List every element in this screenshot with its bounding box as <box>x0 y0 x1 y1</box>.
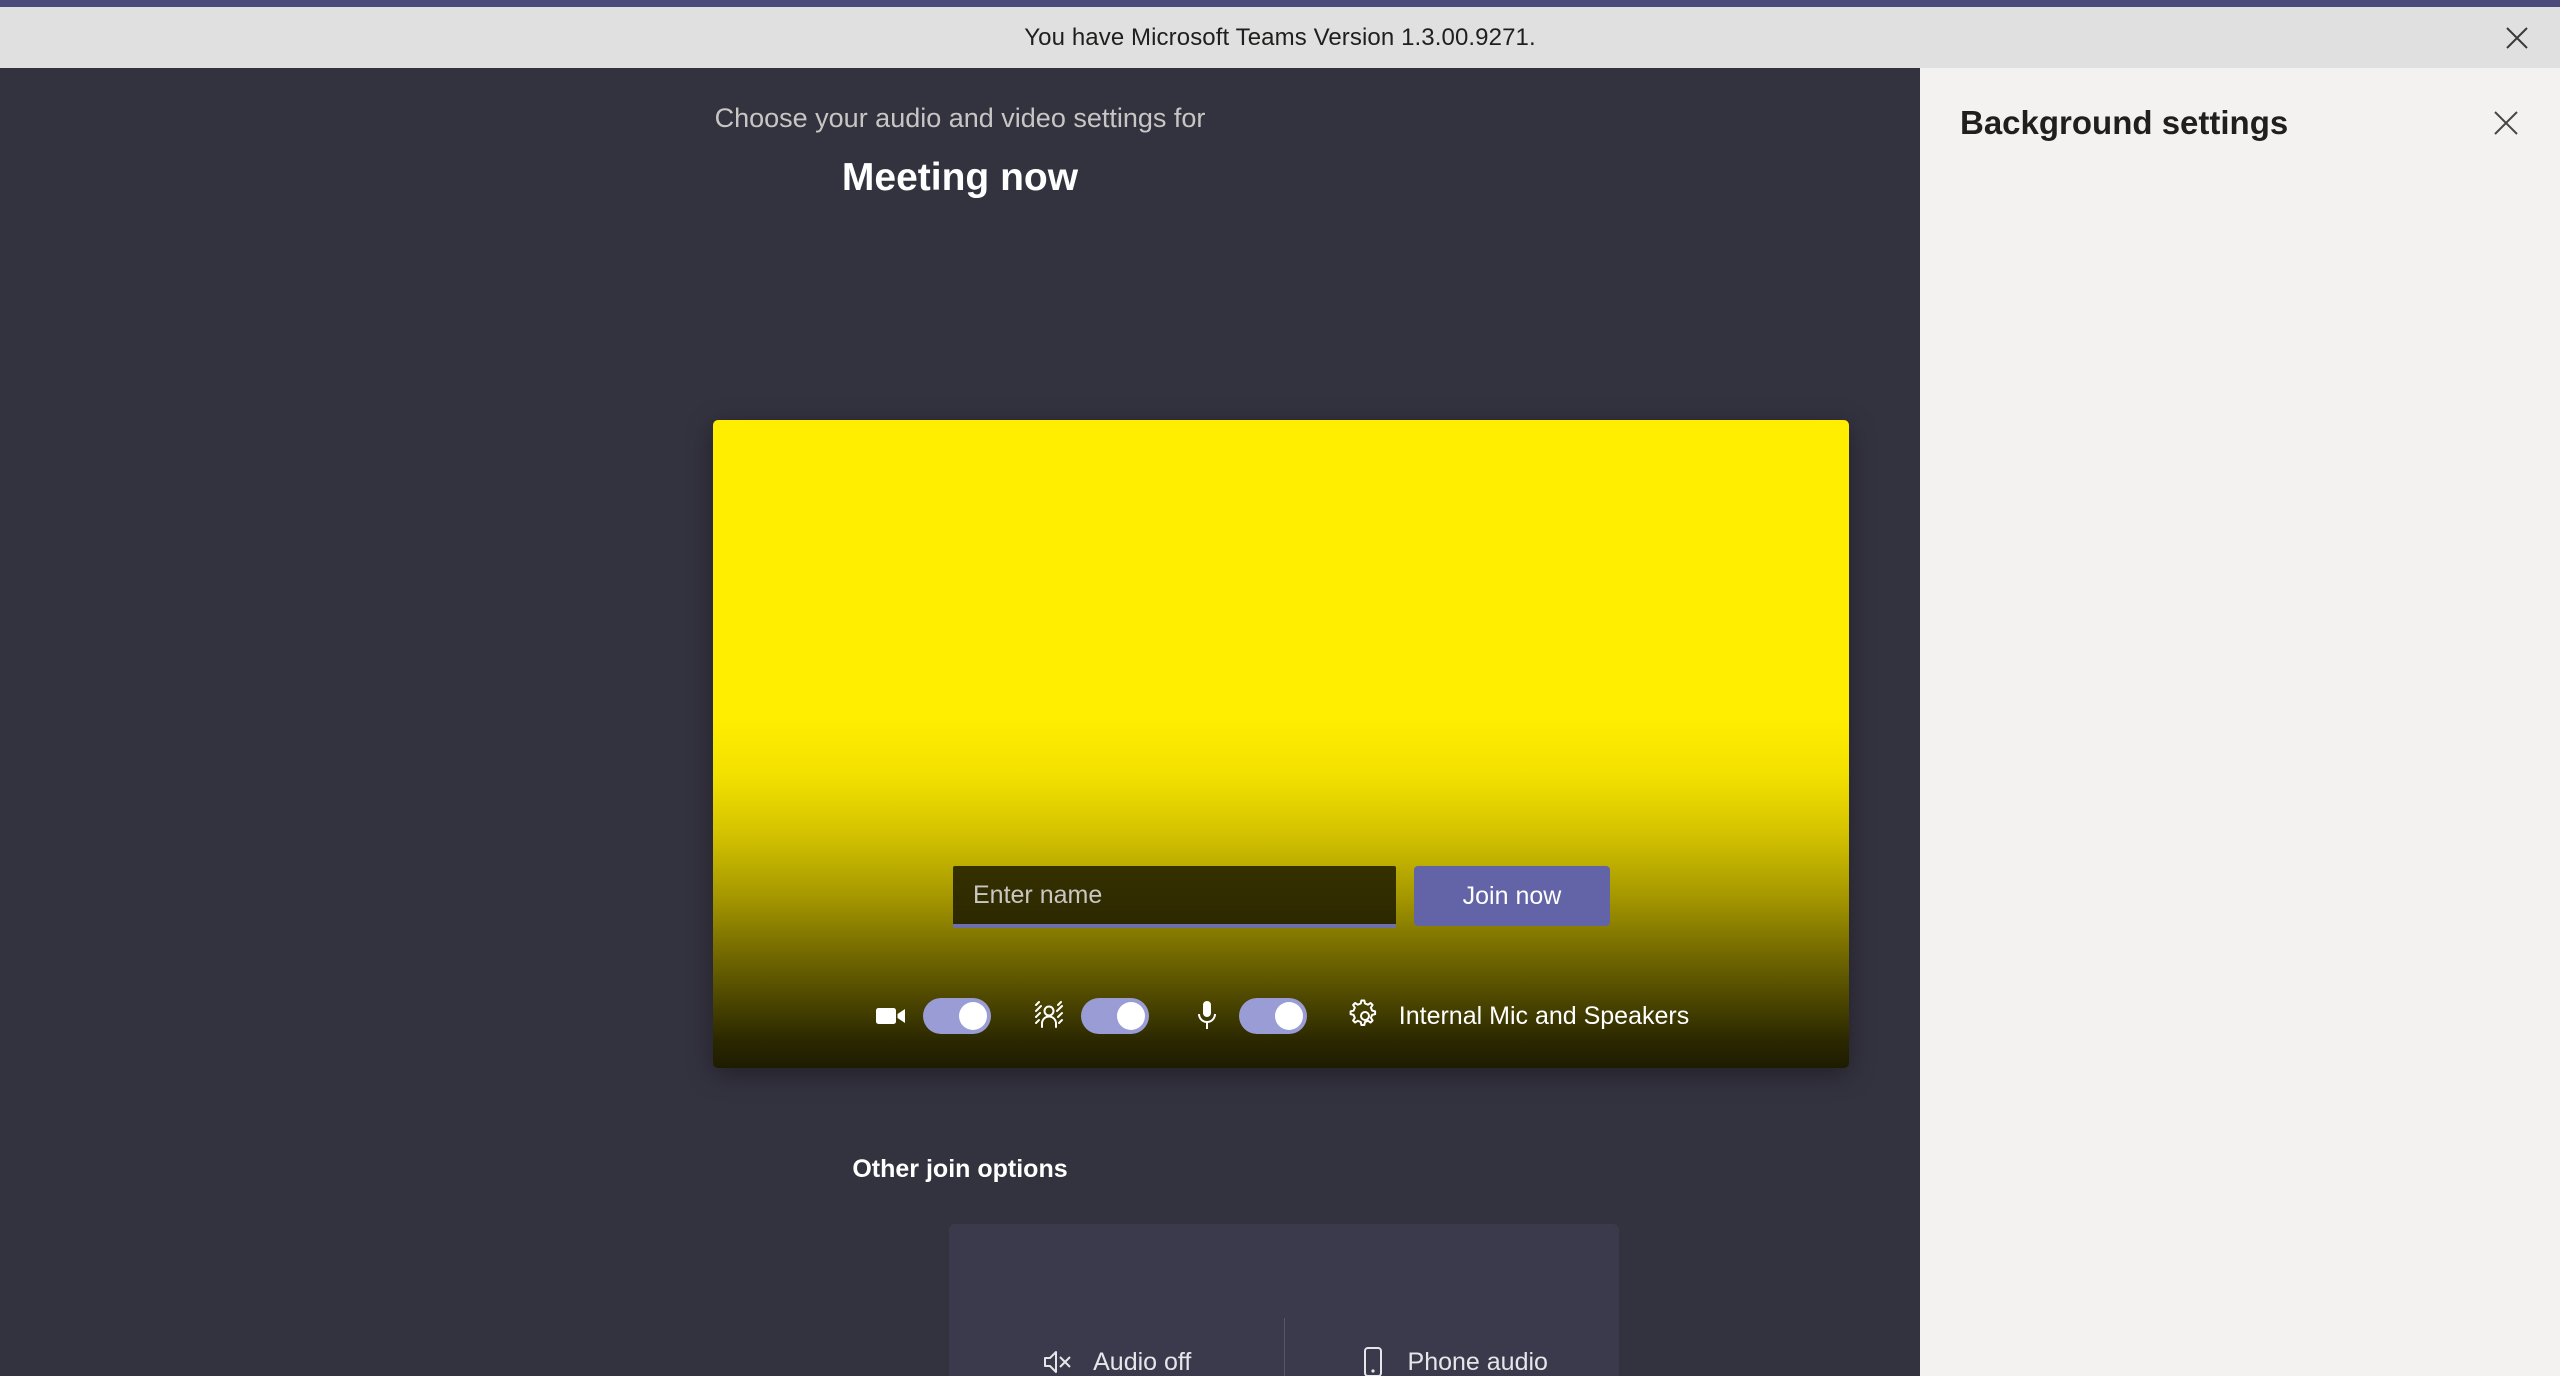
video-preview[interactable]: Join now <box>713 420 1849 1068</box>
phone-audio-label: Phone audio <box>1407 1347 1548 1376</box>
audio-off-label: Audio off <box>1093 1347 1192 1376</box>
prejoin-stage: Choose your audio and video settings for… <box>0 68 1920 1376</box>
microphone-toggle-knob <box>1274 1002 1303 1030</box>
phone-audio-option[interactable]: Phone audio <box>1285 1224 1620 1376</box>
device-controls-row: Internal Mic and Speakers <box>713 998 1849 1034</box>
audio-device-selector[interactable]: Internal Mic and Speakers <box>1347 998 1689 1034</box>
background-effects-toggle[interactable] <box>1080 998 1149 1034</box>
background-settings-panel: Background settings <box>1920 68 2560 1376</box>
camera-control <box>873 998 991 1034</box>
version-banner-text: You have Microsoft Teams Version 1.3.00.… <box>1024 23 1536 51</box>
camera-icon <box>873 998 909 1034</box>
camera-toggle[interactable] <box>922 998 991 1034</box>
title-bar-accent <box>0 0 2560 7</box>
microphone-icon <box>1189 998 1225 1034</box>
name-input[interactable] <box>953 866 1396 925</box>
microphone-control <box>1189 998 1307 1034</box>
background-effects-toggle-knob <box>1116 1002 1145 1030</box>
audio-device-label: Internal Mic and Speakers <box>1398 1001 1690 1030</box>
background-settings-close-button[interactable] <box>2482 99 2530 147</box>
name-input-underline <box>953 924 1396 928</box>
background-settings-header: Background settings <box>1920 68 2560 178</box>
name-input-wrapper <box>953 866 1396 928</box>
gear-icon <box>1347 998 1383 1034</box>
microphone-toggle[interactable] <box>1238 998 1307 1034</box>
background-effects-control <box>1031 998 1149 1034</box>
prejoin-subtitle: Choose your audio and video settings for <box>714 103 1206 133</box>
join-now-button[interactable]: Join now <box>1414 866 1610 926</box>
app-body: Choose your audio and video settings for… <box>0 68 2560 1376</box>
background-effects-icon <box>1031 998 1067 1034</box>
background-settings-title: Background settings <box>1960 104 2289 141</box>
other-join-options-card: Audio off Phone audio <box>949 1224 1619 1376</box>
prejoin-name-row: Join now <box>953 866 1610 928</box>
version-banner: You have Microsoft Teams Version 1.3.00.… <box>0 7 2560 68</box>
meeting-title: Meeting now <box>841 156 1079 199</box>
banner-close-button[interactable] <box>2494 15 2540 61</box>
speaker-muted-icon <box>1041 1345 1075 1376</box>
other-join-options-title: Other join options <box>852 1155 1068 1183</box>
camera-toggle-knob <box>958 1002 987 1030</box>
phone-icon <box>1356 1345 1390 1376</box>
audio-off-option[interactable]: Audio off <box>949 1224 1284 1376</box>
